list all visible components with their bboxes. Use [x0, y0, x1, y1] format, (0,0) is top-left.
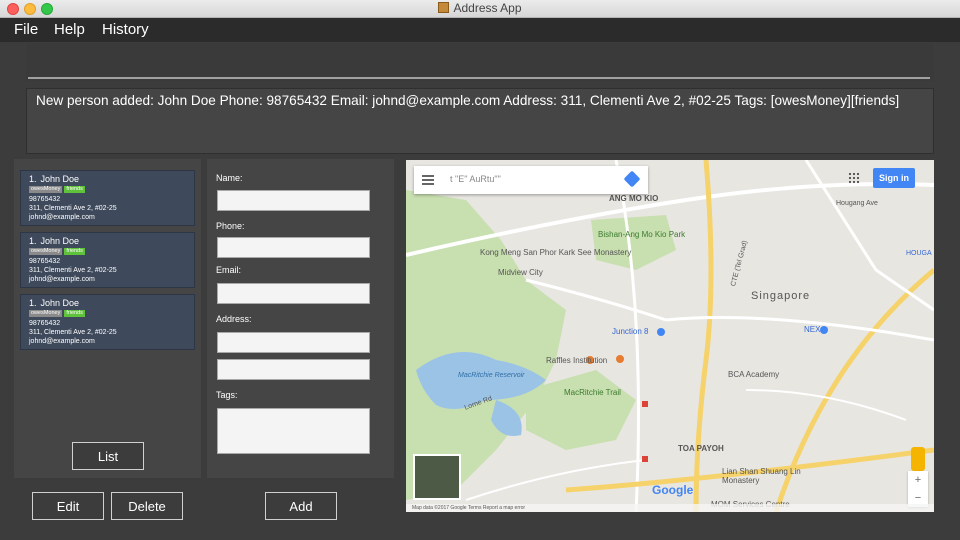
name-field[interactable]	[217, 190, 370, 211]
menu-file[interactable]: File	[14, 21, 38, 38]
person-email: johnd@example.com	[29, 276, 95, 283]
delete-button[interactable]: Delete	[111, 492, 183, 520]
add-person-form: Name: Phone: Email: Address: Tags:	[207, 159, 394, 478]
person-card[interactable]: 1. John Doe owesMoney friends 98765432 311…	[20, 294, 195, 350]
zoom-control: + −	[908, 471, 928, 507]
menu-bar: File Help History	[0, 18, 960, 42]
result-display[interactable]: New person added: John Doe Phone: 987654…	[26, 88, 934, 154]
satellite-toggle[interactable]	[413, 454, 461, 500]
map-label: MacRitchie Trail	[564, 388, 621, 397]
apps-grid-icon[interactable]	[848, 172, 860, 184]
map-label: MacRitchie Reservoir	[458, 372, 525, 379]
person-address: 311, Clementi Ave 2, #02-25	[29, 205, 117, 212]
sign-in-button[interactable]: Sign in	[873, 168, 915, 188]
map-label: Bishan-Ang Mo Kio Park	[598, 230, 686, 239]
person-email: johnd@example.com	[29, 338, 95, 345]
tag-label: owesMoney	[29, 248, 63, 255]
phone-field[interactable]	[217, 237, 370, 258]
map-label: HOUGA	[906, 250, 932, 257]
tag-label: friends	[64, 248, 85, 255]
command-box	[26, 43, 934, 81]
email-label: Email:	[216, 265, 242, 275]
directions-icon[interactable]	[623, 170, 641, 188]
person-phone: 98765432	[29, 196, 61, 203]
edit-button[interactable]: Edit	[32, 492, 104, 520]
map-label: BCA Academy	[728, 370, 780, 379]
person-name: John Doe	[40, 174, 80, 184]
person-list-panel: 1. John Doe owesMoney friends 98765432 311…	[14, 159, 201, 478]
person-email: johnd@example.com	[29, 214, 95, 221]
address-field-line1[interactable]	[217, 332, 370, 353]
menu-history[interactable]: History	[102, 21, 149, 38]
map-view[interactable]: ANG MO KIO Bishan-Ang Mo Kio Park Kong M…	[406, 160, 934, 512]
map-label: TOA PAYOH	[678, 444, 724, 453]
map-label: Hougang Ave	[836, 200, 878, 207]
map-canvas	[406, 160, 934, 512]
map-label: NEX	[804, 325, 821, 334]
person-index: 1.	[29, 236, 37, 246]
map-label: Raffles Institution	[546, 356, 608, 365]
person-address: 311, Clementi Ave 2, #02-25	[29, 329, 117, 336]
email-field[interactable]	[217, 283, 370, 304]
person-name: John Doe	[40, 298, 80, 308]
pegman-icon[interactable]	[911, 447, 925, 471]
tag-label: owesMoney	[29, 186, 63, 193]
tag-label: friends	[64, 186, 85, 193]
map-label: Midview City	[498, 268, 543, 277]
map-label: Junction 8	[612, 327, 649, 336]
menu-help[interactable]: Help	[54, 21, 85, 38]
map-label: Singapore	[751, 290, 811, 302]
address-label: Address:	[216, 314, 252, 324]
map-label: ANG MO KIO	[609, 194, 659, 203]
tag-list: owesMoney friends	[29, 310, 194, 319]
window-title: Address App	[453, 1, 522, 15]
tag-label: owesMoney	[29, 310, 63, 317]
add-button[interactable]: Add	[265, 492, 337, 520]
zoom-in-button[interactable]: +	[908, 471, 928, 489]
menu-icon[interactable]	[422, 175, 434, 185]
phone-label: Phone:	[216, 221, 245, 231]
tags-field[interactable]	[217, 408, 370, 454]
command-input[interactable]	[28, 47, 930, 79]
map-label: Lian Shan Shuang Lin Monastery	[722, 467, 801, 485]
map-footer: Map data ©2017 Google Terms Report a map…	[406, 504, 934, 512]
tag-label: friends	[64, 310, 85, 317]
tag-list: owesMoney friends	[29, 186, 194, 195]
person-name: John Doe	[40, 236, 80, 246]
person-index: 1.	[29, 298, 37, 308]
person-address: 311, Clementi Ave 2, #02-25	[29, 267, 117, 274]
google-logo: Google	[652, 483, 694, 497]
map-search-text: t "E" AuRtu""	[450, 174, 501, 184]
result-text: New person added: John Doe Phone: 987654…	[36, 93, 900, 108]
name-label: Name:	[216, 173, 243, 183]
person-card[interactable]: 1. John Doe owesMoney friends 98765432 311…	[20, 232, 195, 288]
tags-label: Tags:	[216, 390, 238, 400]
list-button[interactable]: List	[72, 442, 144, 470]
map-search-box[interactable]: t "E" AuRtu""	[414, 166, 648, 194]
title-bar: Address App	[0, 0, 960, 18]
map-label: Kong Meng San Phor Kark See Monastery	[480, 248, 632, 257]
person-phone: 98765432	[29, 320, 61, 327]
person-phone: 98765432	[29, 258, 61, 265]
address-field-line2[interactable]	[217, 359, 370, 380]
person-card[interactable]: 1. John Doe owesMoney friends 98765432 311…	[20, 170, 195, 226]
tag-list: owesMoney friends	[29, 248, 194, 257]
person-index: 1.	[29, 174, 37, 184]
app-icon	[438, 2, 450, 13]
